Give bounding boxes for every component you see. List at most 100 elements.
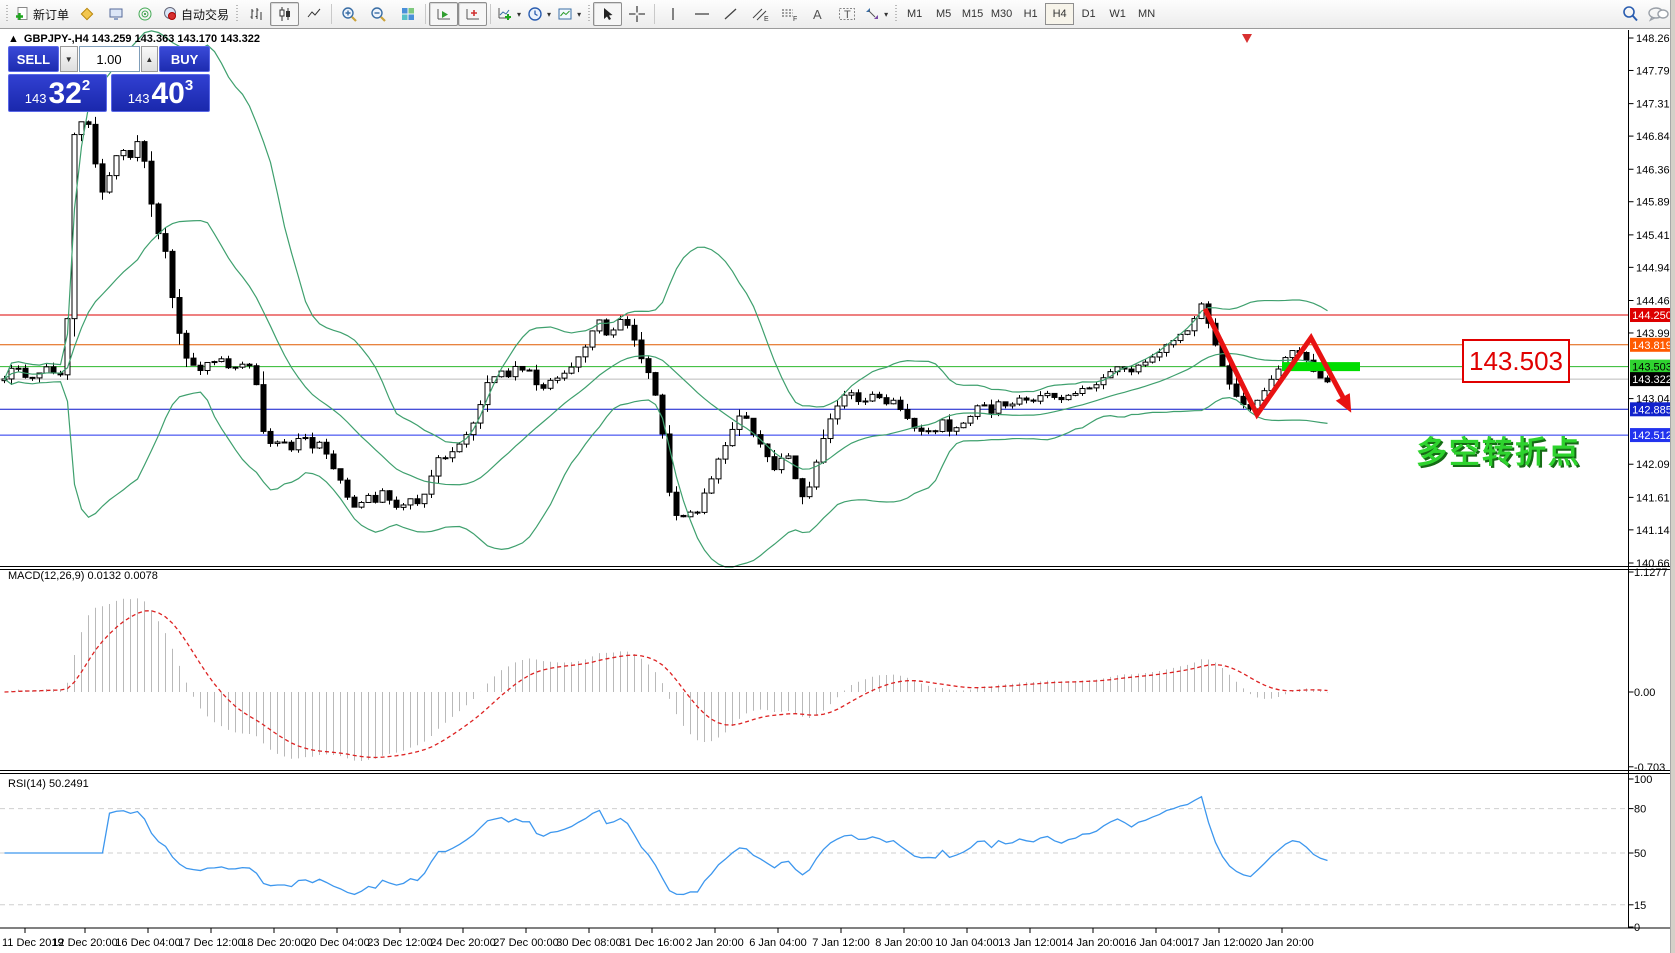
buy-button[interactable]: BUY (159, 46, 210, 72)
zigzag-arrow-annotation[interactable] (1202, 307, 1352, 420)
time-axis-label: 14 Jan 20:00 (1061, 937, 1125, 949)
zoom-out-icon (370, 6, 387, 23)
autotrade-button[interactable]: 自动交易 (159, 2, 232, 26)
tab-timeframe-h4[interactable]: H4 (1045, 3, 1075, 25)
shapes-button[interactable]: ▾ (861, 2, 891, 26)
sell-price-sup: 2 (81, 77, 91, 94)
price-callout-box[interactable]: 143.503 (1462, 339, 1570, 383)
macd-axis[interactable]: 1.1277 0.00 -0.703 (1628, 567, 1668, 774)
time-axis-label: 27 Dec 00:00 (493, 937, 558, 949)
terminal-icon (108, 6, 124, 22)
fibonacci-button[interactable]: F (774, 2, 803, 26)
tab-timeframe-w1[interactable]: W1 (1103, 3, 1132, 25)
market-watch-button[interactable] (72, 2, 101, 26)
bollinger-middle-band (4, 219, 1328, 486)
volume-increase-button[interactable]: ▲ (140, 46, 159, 72)
sell-button[interactable]: SELL (8, 46, 59, 72)
zoom-in-button[interactable] (335, 2, 364, 26)
fibonacci-icon: F (780, 6, 798, 23)
indicators-button[interactable]: ▾ (494, 2, 524, 26)
vertical-line-button[interactable] (658, 2, 687, 26)
time-axis-label: 17 Jan 12:00 (1187, 937, 1251, 949)
svg-text:F: F (793, 16, 797, 22)
text-icon: A (811, 6, 825, 22)
macd-axis-label: 1.1277 (1634, 567, 1668, 579)
horizontal-lines-layer[interactable] (0, 314, 1629, 436)
new-order-icon (14, 6, 30, 22)
auto-scroll-button[interactable] (429, 2, 459, 26)
collapse-arrow-icon[interactable]: ▲ (8, 33, 19, 45)
autotrade-label: 自动交易 (181, 7, 230, 22)
cursor-button[interactable] (593, 2, 623, 26)
tile-windows-button[interactable] (393, 2, 422, 26)
rsi-line (4, 795, 1328, 896)
line-chart-button[interactable] (299, 2, 328, 26)
volume-decrease-button[interactable]: ▼ (59, 46, 78, 72)
price-axis[interactable]: 148.260147.790147.310146.840146.360145.8… (1628, 30, 1675, 928)
toolbar-drag-handle[interactable] (4, 5, 9, 23)
window-edge (1670, 0, 1675, 953)
tile-windows-icon (400, 6, 416, 22)
rsi-axis-label: 100 (1634, 774, 1652, 786)
chart-shift-button[interactable] (458, 2, 488, 26)
annotation-note-text[interactable]: 多空转折点 (1416, 427, 1581, 472)
diamond-icon (79, 6, 95, 22)
tab-timeframe-mn[interactable]: MN (1132, 3, 1161, 25)
buy-price[interactable]: 143 40 3 (111, 74, 210, 112)
chart-shift-marker[interactable] (1242, 34, 1252, 43)
indicators-icon (497, 6, 513, 22)
price-badge-label: 142.512 (1632, 430, 1672, 442)
rsi-axis-label: 80 (1634, 804, 1646, 816)
text-button[interactable]: A (803, 2, 832, 26)
tab-timeframe-m1[interactable]: M1 (900, 3, 929, 25)
vertical-line-icon (666, 6, 680, 22)
time-axis-label: 31 Dec 16:00 (619, 937, 684, 949)
templates-button[interactable]: ▾ (554, 2, 584, 26)
trendline-icon (723, 6, 739, 22)
tab-timeframe-m15[interactable]: M15 (958, 3, 987, 25)
terminal-button[interactable] (101, 2, 130, 26)
time-axis-label: 18 Dec 20:00 (241, 937, 306, 949)
candlestick-chart-button[interactable] (270, 2, 300, 26)
dropdown-arrow-icon: ▾ (517, 9, 522, 19)
template-icon (557, 6, 573, 22)
pane-separators[interactable] (0, 566, 1675, 774)
rsi-axis[interactable]: 1008050150 (1628, 774, 1653, 934)
rsi-axis-label: 50 (1634, 848, 1646, 860)
tab-timeframe-m30[interactable]: M30 (987, 3, 1016, 25)
time-axis[interactable]: 11 Dec 201912 Dec 20:0016 Dec 04:0017 De… (0, 927, 1675, 949)
search-icon[interactable] (1621, 5, 1639, 23)
toolbar-drag-handle[interactable] (586, 5, 592, 23)
toolbar-separator (654, 4, 656, 24)
zoom-out-button[interactable] (364, 2, 393, 26)
tab-timeframe-h1[interactable]: H1 (1016, 3, 1045, 25)
macd-axis-label: -0.703 (1634, 762, 1665, 774)
horizontal-line-button[interactable] (687, 2, 716, 26)
chat-icon[interactable] (1647, 5, 1669, 23)
tab-timeframe-d1[interactable]: D1 (1074, 3, 1103, 25)
svg-text:T: T (844, 9, 851, 21)
rsi-pane (0, 795, 1629, 906)
cursor-icon (600, 6, 616, 22)
tab-timeframe-m5[interactable]: M5 (929, 3, 958, 25)
toolbar-drag-handle[interactable] (234, 5, 240, 23)
periods-button[interactable]: ▾ (524, 2, 554, 26)
buy-price-main: 40 (151, 77, 185, 110)
channel-button[interactable]: E (745, 2, 774, 26)
bar-chart-button[interactable] (241, 2, 270, 26)
text-label-button[interactable]: T (832, 2, 861, 26)
toolbar-drag-handle[interactable] (893, 5, 899, 23)
volume-input[interactable] (78, 46, 140, 72)
new-order-button[interactable]: 新订单 (11, 2, 72, 26)
sell-price[interactable]: 143 32 2 (8, 74, 107, 112)
trendline-button[interactable] (716, 2, 745, 26)
time-axis-label: 13 Jan 12:00 (998, 937, 1062, 949)
bollinger-lower-band (4, 378, 1328, 568)
toolbar-separator (490, 4, 492, 24)
price-badge-label: 143.322 (1632, 374, 1672, 386)
crosshair-button[interactable] (622, 2, 651, 26)
signals-button[interactable] (130, 2, 159, 26)
text-label-icon: T (838, 6, 856, 22)
chart-canvas[interactable]: 148.260147.790147.310146.840146.360145.8… (0, 30, 1675, 953)
time-axis-label: 2 Jan 20:00 (686, 937, 744, 949)
